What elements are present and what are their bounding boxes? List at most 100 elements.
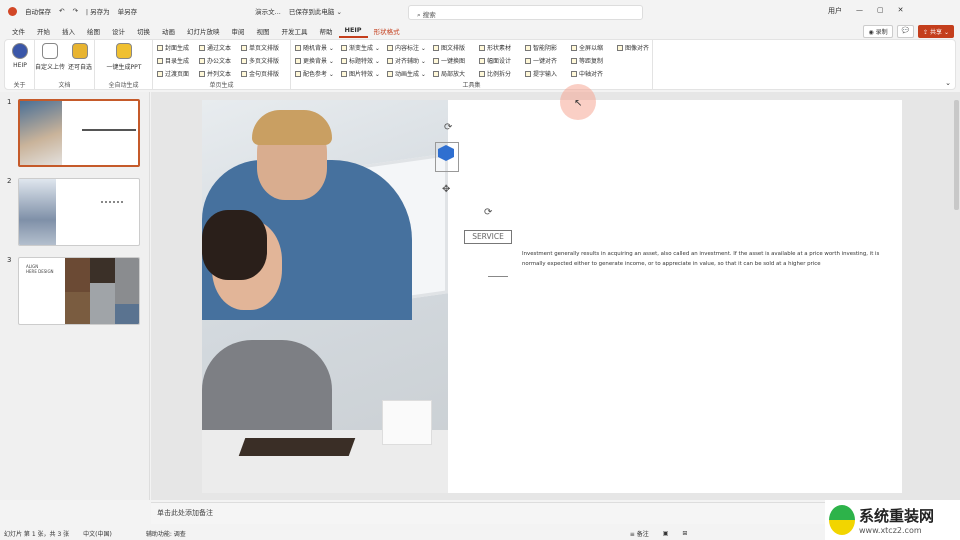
tab-2[interactable]: 插入 (56, 24, 81, 38)
slide-body-text[interactable]: Investment generally results in acquirin… (522, 249, 892, 269)
ribbon-item-3-7[interactable]: 多页文排版 (241, 56, 279, 65)
tool-icon (241, 44, 247, 51)
minimize-button[interactable]: — (856, 6, 863, 16)
slide-thumbnail-3[interactable]: ALIGN HERE DESIGN (18, 257, 140, 325)
ribbon-item-3-4[interactable]: 办公文本 (199, 56, 231, 65)
ribbon-item-3-3[interactable]: 通过文本 (199, 43, 231, 52)
group-label: 工具集 (462, 82, 481, 89)
tool-icon (199, 44, 205, 51)
save-status[interactable]: 已保存到此电脑 ⌄ (289, 6, 342, 16)
notes-toggle[interactable]: ≡ 备注 (630, 529, 649, 538)
ribbon-item-4-10[interactable]: 一键换图 (433, 56, 465, 65)
tab-4[interactable]: 设计 (106, 24, 131, 38)
close-button[interactable]: ✕ (898, 6, 904, 16)
ribbon-item-4-5[interactable]: 图片特效 ⌄ (341, 69, 380, 78)
comment-button[interactable]: 💬 (896, 25, 915, 38)
tab-11[interactable]: 帮助 (314, 24, 339, 38)
watermark-brand: 系统重装网 (859, 507, 935, 525)
ribbon-item-3-2[interactable]: 过渡页面 (157, 69, 189, 78)
redo-button[interactable]: ↷ (72, 7, 77, 15)
ribbon-item-3-5[interactable]: 并列文本 (199, 69, 231, 78)
tool-icon (157, 44, 163, 51)
normal-view-button[interactable]: ▣ (663, 530, 669, 537)
ribbon-item-4-1[interactable]: 更换背景 ⌄ (295, 56, 334, 65)
ribbon-item-4-2[interactable]: 配色参考 ⌄ (295, 69, 334, 78)
ribbon-item-4-15[interactable]: 智能阴影 (525, 43, 557, 52)
ribbon-item-4-7[interactable]: 对齐辅助 ⌄ (387, 56, 426, 65)
tool-icon (433, 57, 439, 64)
watermark-logo-icon (829, 505, 855, 535)
tab-1[interactable]: 开始 (31, 24, 56, 38)
user-name[interactable]: 用户 (828, 6, 842, 16)
tab-8[interactable]: 审阅 (226, 24, 251, 38)
save-as-button[interactable]: | 另存为 (86, 6, 110, 16)
item-label: 目录生成 (165, 58, 190, 65)
tab-7[interactable]: 幻灯片放映 (181, 24, 226, 38)
ribbon-item-4-16[interactable]: 一键对齐 (525, 56, 557, 65)
tab-13[interactable]: 形状格式 (368, 24, 406, 38)
language[interactable]: 中文(中国) (83, 529, 112, 538)
cloud-icon (42, 43, 58, 59)
service-textbox[interactable]: SERVICE (464, 230, 512, 244)
ribbon-item-4-9[interactable]: 图文排版 (433, 43, 465, 52)
ribbon-item-3-1[interactable]: 目录生成 (157, 56, 189, 65)
rotate-handle-icon[interactable]: ⟳ (444, 122, 452, 133)
ribbon-item-4-4[interactable]: 标题特效 ⌄ (341, 56, 380, 65)
item-label: 中轴对齐 (579, 71, 604, 78)
status-bar: 幻灯片 第 1 张，共 3 张 中文(中国) 辅助功能: 调查 ≡ 备注 ▣ ⊞ (0, 527, 960, 540)
undo-button[interactable]: ↶ (59, 7, 64, 15)
vertical-scrollbar[interactable] (954, 100, 959, 210)
tab-12[interactable]: HEIP (338, 24, 368, 38)
tab-3[interactable]: 绘图 (81, 24, 106, 38)
slide[interactable]: ⟳ ✥ ⟳ SERVICE (202, 100, 902, 493)
ribbon-button-1-1[interactable]: 还可自选 (65, 43, 95, 71)
ribbon-item-4-19[interactable]: 等距复制 (571, 56, 603, 65)
share-button[interactable]: ⇪ 共享 ⌄ (918, 25, 954, 38)
thumb-number: 1 (7, 98, 12, 106)
slide-thumbnail-2[interactable] (18, 178, 140, 246)
ribbon-item-3-8[interactable]: 金句页排版 (241, 69, 279, 78)
tab-5[interactable]: 切换 (131, 24, 156, 38)
tab-9[interactable]: 视图 (251, 24, 276, 38)
slide-thumbnail-1[interactable] (18, 99, 140, 167)
record-button[interactable]: ◉ 录制 (863, 25, 893, 38)
item-label: 配色参考 ⌄ (303, 71, 334, 78)
search-input[interactable]: ⌕ 搜索 (408, 5, 643, 20)
slide-photo[interactable] (202, 100, 448, 493)
ribbon-button-0-0[interactable]: HEIP (5, 43, 35, 69)
ribbon-item-3-0[interactable]: 封面生成 (157, 43, 189, 52)
ribbon-button-2-0[interactable]: 一键生成PPT (95, 43, 153, 71)
tab-0[interactable]: 文件 (6, 24, 31, 38)
ribbon-item-4-17[interactable]: 提字输入 (525, 69, 557, 78)
ribbon-item-4-12[interactable]: 形状素材 (479, 43, 511, 52)
ribbon-item-4-8[interactable]: 动画生成 ⌄ (387, 69, 426, 78)
rotate-handle-icon[interactable]: ⟳ (484, 207, 492, 218)
ribbon-collapse-icon[interactable]: ⌄ (945, 79, 951, 87)
maximize-button[interactable]: ▢ (877, 6, 884, 16)
ribbon-item-4-14[interactable]: 比例拆分 (479, 69, 511, 78)
ribbon-item-4-11[interactable]: 局部放大 (433, 69, 465, 78)
ribbon-item-4-3[interactable]: 渐变生成 ⌄ (341, 43, 380, 52)
sorter-view-button[interactable]: ⊞ (682, 530, 687, 537)
ribbon-item-4-6[interactable]: 内容标注 ⌄ (387, 43, 426, 52)
ribbon-item-4-18[interactable]: 全屏以缩 (571, 43, 603, 52)
tab-10[interactable]: 开发工具 (276, 24, 314, 38)
tool-icon (341, 44, 347, 51)
tool-icon (199, 57, 205, 64)
ribbon-item-4-21[interactable]: 图像对齐 (617, 43, 649, 52)
ribbon: 关于 HEIP 文档 自定义上传 还可自选 全自动生成 一键生成PPT 单页生成 封面生成 目录生… (4, 39, 956, 90)
document-name[interactable]: 演示文... (255, 6, 281, 16)
move-handle-icon[interactable]: ✥ (442, 184, 450, 195)
ribbon-item-3-6[interactable]: 单页文排版 (241, 43, 279, 52)
save-format-button[interactable]: 单另存 (118, 6, 138, 16)
ribbon-button-1-0[interactable]: 自定义上传 (35, 43, 65, 71)
item-label: 图文排版 (441, 45, 466, 52)
ribbon-item-4-0[interactable]: 随机背景 ⌄ (295, 43, 334, 52)
group-label: 关于 (13, 82, 26, 89)
item-label: 图片特效 ⌄ (349, 71, 380, 78)
ribbon-item-4-20[interactable]: 中轴对齐 (571, 69, 603, 78)
tab-6[interactable]: 动画 (156, 24, 181, 38)
autosave-toggle[interactable]: 自动保存 (25, 6, 51, 16)
accessibility-status[interactable]: 辅助功能: 调查 (146, 529, 186, 538)
ribbon-item-4-13[interactable]: 幅面设计 (479, 56, 511, 65)
